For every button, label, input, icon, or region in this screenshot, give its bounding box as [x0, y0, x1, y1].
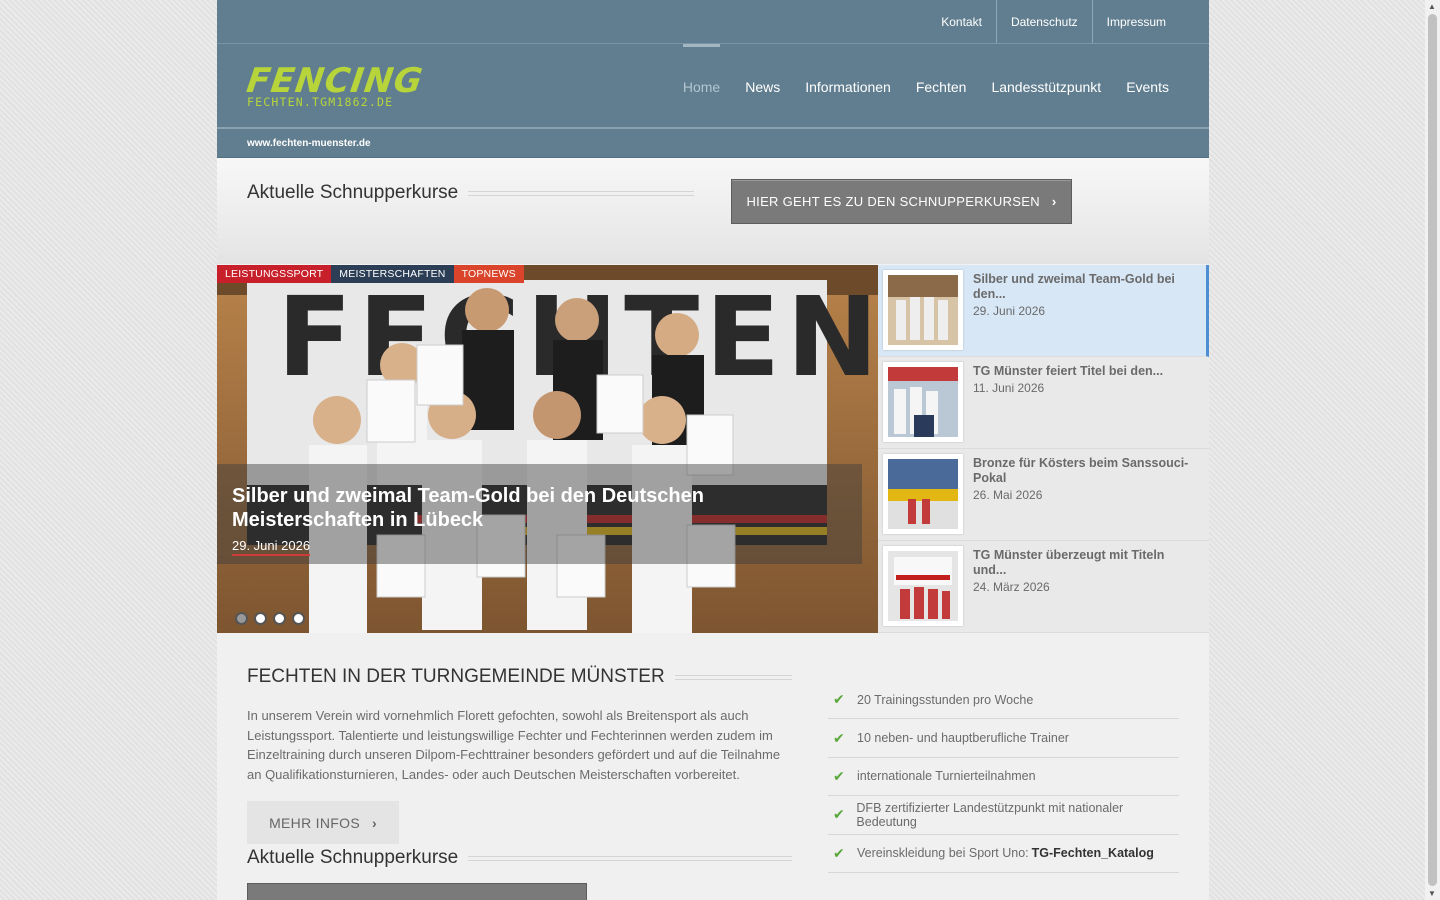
schnupper-button[interactable]: HIER GEHT ES ZU DEN SCHNUPPERKURSEN ›	[731, 179, 1072, 224]
tag-leistungssport[interactable]: LEISTUNGSSPORT	[217, 265, 332, 283]
news-item-title: TG Münster überzeugt mit Titeln und...	[973, 548, 1165, 577]
news-slider[interactable]: FECHTEN LEISTUNGSSPORT MEISTERSCHAFTEN	[217, 265, 878, 633]
scroll-down-icon[interactable]: ▼	[1428, 889, 1436, 898]
mehr-infos-label: MEHR INFOS	[269, 814, 360, 831]
slide-caption[interactable]: Silber und zweimal Team-Gold bei den Deu…	[217, 464, 862, 564]
about-title-text: FECHTEN IN DER TURNGEMEINDE MÜNSTER	[247, 666, 665, 687]
feature-text: internationale Turnierteilnahmen	[857, 769, 1036, 784]
about-text: In unserem Verein wird vornehmlich Flore…	[247, 708, 781, 782]
schnupper-button-2[interactable]	[247, 883, 587, 900]
logo[interactable]: FENCING FECHTEN.TGM1862.DE	[244, 61, 426, 110]
page-container: Kontakt Datenschutz Impressum FENCING FE…	[217, 0, 1209, 900]
feature-text: DFB zertifizierter Landestützpunkt mit n…	[856, 800, 1124, 829]
schnupper-title-2-text: Aktuelle Schnupperkurse	[247, 847, 459, 868]
schnupper-title: Aktuelle Schnupperkurse	[247, 182, 694, 204]
news-item-title: TG Münster feiert Titel bei den...	[973, 364, 1164, 378]
top-bar: Kontakt Datenschutz Impressum	[217, 0, 1209, 44]
news-thumbnail	[883, 454, 963, 534]
schnupper-button-label: HIER GEHT ES ZU DEN SCHNUPPERKURSEN	[746, 194, 1040, 209]
news-thumbnail	[883, 362, 963, 442]
nav-home[interactable]: Home	[682, 44, 721, 129]
feature-item: ✔ DFB zertifizierter Landestützpunkt mit …	[828, 796, 1179, 835]
link-kontakt[interactable]: Kontakt	[927, 0, 996, 43]
title-rule	[468, 190, 694, 196]
logo-main: FENCING	[244, 61, 426, 101]
main-nav: Home News Informationen Fechten Landesst…	[658, 44, 1169, 129]
news-item-date: 29. Juni 2026	[973, 304, 1046, 318]
about-section: FECHTEN IN DER TURNGEMEINDE MÜNSTER In u…	[217, 633, 1209, 900]
feature-text: Vereinskleidung bei Sport Uno:	[857, 846, 1029, 861]
news-list-item[interactable]: Silber und zweimal Team-Gold bei den... …	[878, 265, 1209, 357]
site-url-bar: www.fechten-muenster.de	[217, 129, 1209, 158]
schnupper-section: Aktuelle Schnupperkurse HIER GEHT ES ZU …	[217, 158, 1209, 264]
link-datenschutz[interactable]: Datenschutz	[995, 0, 1092, 43]
scroll-up-icon[interactable]: ▲	[1428, 2, 1436, 11]
news-item-date: 24. März 2026	[973, 580, 1050, 594]
news-item-title: Bronze für Kösters beim Sanssouci-Pokal	[973, 456, 1189, 485]
nav-landesstuetzpunkt[interactable]: Landesstützpunkt	[991, 44, 1101, 129]
page-scrollbar[interactable]: ▲ ▼	[1425, 0, 1440, 900]
tag-topnews[interactable]: TOPNEWS	[453, 265, 524, 283]
about-title: FECHTEN IN DER TURNGEMEINDE MÜNSTER	[247, 666, 792, 688]
news-item-date: 26. Mai 2026	[973, 488, 1043, 502]
slider-dots	[235, 612, 305, 625]
check-icon: ✔	[833, 844, 845, 861]
title-rule	[674, 674, 792, 680]
news-thumbnail	[883, 270, 963, 350]
nav-events[interactable]: Events	[1126, 44, 1169, 129]
check-icon: ✔	[833, 691, 845, 708]
nav-fechten[interactable]: Fechten	[916, 44, 967, 129]
news-item-title: Silber und zweimal Team-Gold bei den...	[973, 272, 1175, 301]
feature-text: 10 neben- und hauptberufliche Trainer	[857, 731, 1069, 746]
feature-item: ✔ 20 Trainingsstunden pro Woche	[828, 681, 1179, 720]
slider-dot[interactable]	[273, 612, 286, 625]
feature-text: 20 Trainingsstunden pro Woche	[857, 692, 1034, 707]
slide-date: 29. Juni 2026	[232, 538, 311, 556]
chevron-right-icon: ›	[371, 814, 377, 831]
mehr-infos-button[interactable]: MEHR INFOS ›	[247, 801, 399, 844]
feature-item: ✔ internationale Turnierteilnahmen	[828, 758, 1179, 797]
check-icon: ✔	[833, 767, 845, 784]
schnupper-title-text: Aktuelle Schnupperkurse	[247, 182, 459, 203]
link-impressum[interactable]: Impressum	[1091, 0, 1209, 43]
news-list-item[interactable]: TG Münster feiert Titel bei den... 11. J…	[878, 357, 1209, 449]
check-icon: ✔	[833, 729, 845, 746]
slider-dot[interactable]	[235, 612, 248, 625]
scrollbar-thumb[interactable]	[1428, 14, 1437, 886]
nav-informationen[interactable]: Informationen	[805, 44, 891, 129]
news-list-item[interactable]: TG Münster überzeugt mit Titeln und... 2…	[878, 541, 1209, 633]
slide-title: Silber und zweimal Team-Gold bei den Deu…	[232, 485, 704, 531]
tag-meisterschaften[interactable]: MEISTERSCHAFTEN	[331, 265, 454, 283]
feature-item: ✔ Vereinskleidung bei Sport Uno: TG-Fechte…	[828, 835, 1179, 873]
check-icon: ✔	[833, 806, 845, 823]
category-tags: LEISTUNGSSPORT MEISTERSCHAFTEN TOPNEWS	[217, 265, 524, 283]
slider-dot[interactable]	[254, 612, 267, 625]
news-item-date: 11. Juni 2026	[973, 381, 1045, 395]
slider-image: FECHTEN	[217, 265, 878, 633]
chevron-right-icon: ›	[1051, 194, 1057, 209]
schnupper-title-2: Aktuelle Schnupperkurse	[247, 847, 792, 869]
header: FENCING FECHTEN.TGM1862.DE Home News Inf…	[217, 44, 1209, 129]
nav-news[interactable]: News	[745, 44, 780, 129]
feature-list: ✔ 20 Trainingsstunden pro Woche ✔ 10 neben…	[828, 681, 1179, 873]
news-side-list: Silber und zweimal Team-Gold bei den... …	[878, 265, 1209, 633]
news-thumbnail	[883, 546, 963, 626]
news-list-item[interactable]: Bronze für Kösters beim Sanssouci-Pokal …	[878, 449, 1209, 541]
slider-dot[interactable]	[292, 612, 305, 625]
catalog-link[interactable]: TG-Fechten_Katalog	[1032, 846, 1154, 860]
title-rule	[468, 855, 792, 861]
feature-item: ✔ 10 neben- und hauptberufliche Trainer	[828, 719, 1179, 758]
